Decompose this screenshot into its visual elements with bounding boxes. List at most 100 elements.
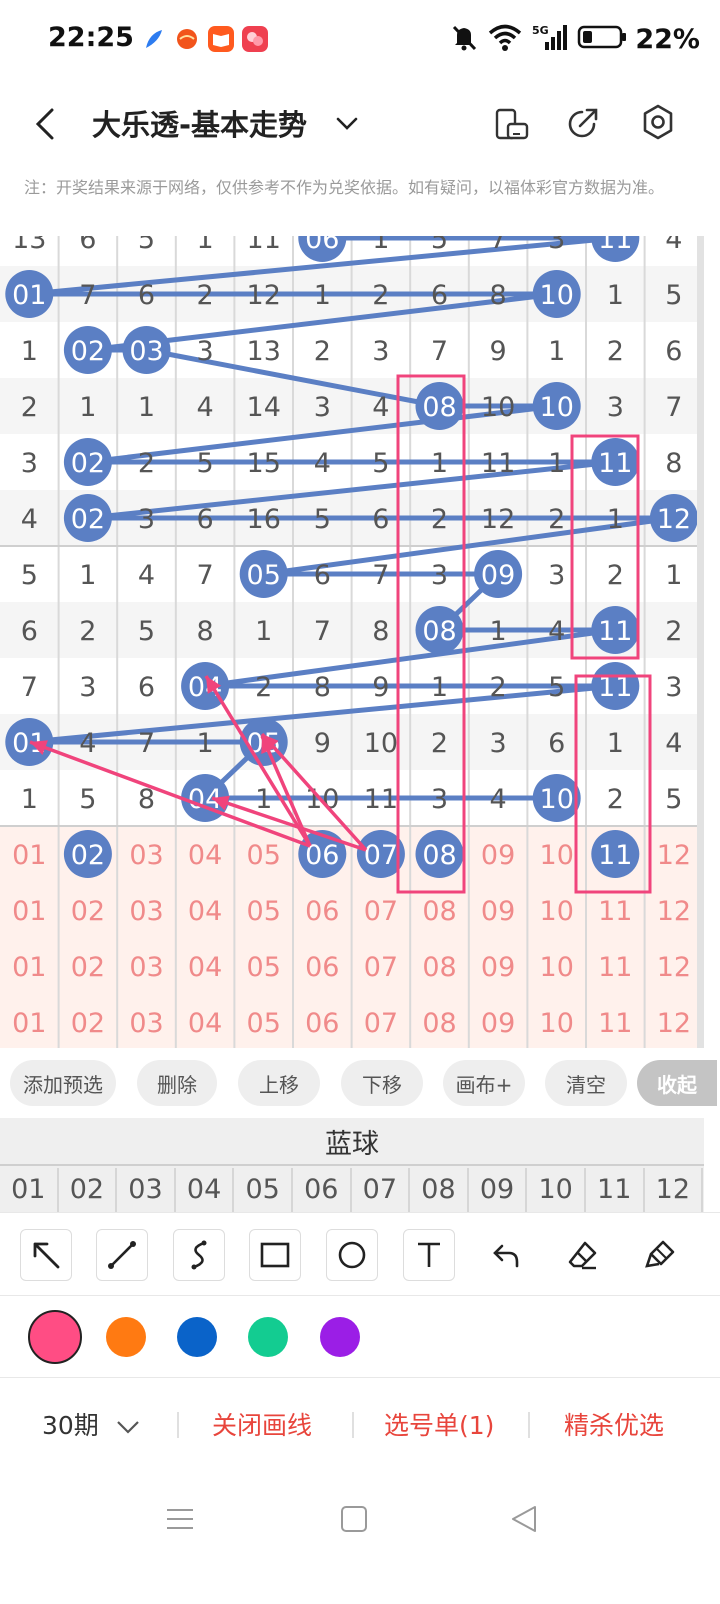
period-selector[interactable]: 30期: [42, 1406, 141, 1442]
blue-ball-number[interactable]: 09: [469, 1168, 528, 1212]
selection-number[interactable]: 12: [657, 896, 691, 927]
move-down-button[interactable]: 下移: [341, 1060, 423, 1106]
line-tool-button[interactable]: [96, 1229, 148, 1281]
curve-tool-button[interactable]: [173, 1229, 225, 1281]
settings-button[interactable]: [638, 102, 678, 142]
blue-ball-number[interactable]: 07: [352, 1168, 411, 1212]
selection-number[interactable]: 08: [422, 1008, 456, 1039]
back-button[interactable]: [28, 104, 64, 144]
selection-number[interactable]: 02: [71, 896, 105, 927]
blue-ball-number[interactable]: 11: [586, 1168, 645, 1212]
blue-ball-number[interactable]: 02: [59, 1168, 118, 1212]
selection-number[interactable]: 07: [364, 840, 398, 871]
selection-number[interactable]: 05: [247, 1008, 281, 1039]
miss-count: 2: [431, 728, 448, 759]
selection-number[interactable]: 03: [129, 952, 163, 983]
move-up-button[interactable]: 上移: [238, 1060, 320, 1106]
selection-number[interactable]: 03: [129, 896, 163, 927]
blue-ball-number[interactable]: 08: [410, 1168, 469, 1212]
selection-number[interactable]: 04: [188, 952, 222, 983]
selection-number[interactable]: 10: [540, 840, 574, 871]
selection-number[interactable]: 08: [422, 840, 456, 871]
color-swatch-purple[interactable]: [320, 1317, 360, 1357]
selection-number[interactable]: 09: [481, 896, 515, 927]
selection-number[interactable]: 09: [481, 1008, 515, 1039]
selection-number[interactable]: 07: [364, 1008, 398, 1039]
close-drawing-button[interactable]: 关闭画线: [212, 1406, 312, 1442]
undo-button[interactable]: [480, 1229, 532, 1281]
canvas-plus-button[interactable]: 画布+: [443, 1060, 525, 1106]
selection-number[interactable]: 11: [598, 1008, 632, 1039]
selection-number[interactable]: 08: [422, 952, 456, 983]
selection-number[interactable]: 03: [129, 1008, 163, 1039]
ticket-list-button[interactable]: 选号单(1): [384, 1406, 494, 1442]
selection-number[interactable]: 08: [422, 896, 456, 927]
collapse-button[interactable]: 收起: [637, 1060, 717, 1106]
miss-count: 1: [255, 616, 272, 647]
back-nav-button[interactable]: [508, 1502, 540, 1540]
selection-number[interactable]: 12: [657, 952, 691, 983]
selection-number[interactable]: 05: [247, 840, 281, 871]
selection-number[interactable]: 01: [12, 1008, 46, 1039]
selection-number[interactable]: 05: [247, 952, 281, 983]
selection-number[interactable]: 12: [657, 1008, 691, 1039]
share-button[interactable]: [564, 102, 604, 142]
rect-tool-button[interactable]: [249, 1229, 301, 1281]
selection-number[interactable]: 10: [540, 952, 574, 983]
color-swatch-green[interactable]: [248, 1317, 288, 1357]
selection-number[interactable]: 02: [71, 1008, 105, 1039]
selection-number[interactable]: 11: [598, 840, 632, 871]
selection-number[interactable]: 02: [71, 840, 105, 871]
delete-button[interactable]: 删除: [137, 1060, 217, 1106]
blue-ball-number[interactable]: 01: [0, 1168, 59, 1212]
trend-chart[interactable]: 13 6 5 1 11 1 5 7 3 4 7 6 2 12 1 2 6 8 1 5 1 3 13 2 3 7 9 1 2 6 2 1 1 4 14…: [0, 236, 704, 1048]
circle-tool-button[interactable]: [326, 1229, 378, 1281]
page-title[interactable]: 大乐透-基本走势: [92, 102, 307, 144]
text-tool-button[interactable]: [403, 1229, 455, 1281]
brush-button[interactable]: [634, 1229, 686, 1281]
add-preselect-button[interactable]: 添加预选: [10, 1060, 116, 1106]
selection-number[interactable]: 09: [481, 952, 515, 983]
title-dropdown-button[interactable]: [332, 108, 362, 138]
selection-number[interactable]: 06: [305, 1008, 339, 1039]
color-swatch-pink[interactable]: [28, 1310, 82, 1364]
selection-number[interactable]: 04: [188, 896, 222, 927]
home-nav-button[interactable]: [338, 1502, 370, 1540]
selection-number[interactable]: 12: [657, 840, 691, 871]
color-swatch-blue[interactable]: [177, 1317, 217, 1357]
selection-number[interactable]: 11: [598, 896, 632, 927]
action-toolbar: 添加预选 删除 上移 下移 画布+ 清空 收起: [0, 1052, 720, 1114]
selection-number[interactable]: 05: [247, 896, 281, 927]
blue-ball-number[interactable]: 10: [527, 1168, 586, 1212]
miss-count: 5: [665, 280, 682, 311]
selection-number[interactable]: 10: [540, 1008, 574, 1039]
selection-number[interactable]: 10: [540, 896, 574, 927]
blue-ball-number[interactable]: 05: [234, 1168, 293, 1212]
chart-scrollbar[interactable]: [697, 236, 704, 1048]
selection-number[interactable]: 03: [129, 840, 163, 871]
color-swatch-orange[interactable]: [106, 1317, 146, 1357]
blue-ball-number[interactable]: 03: [117, 1168, 176, 1212]
selection-number[interactable]: 07: [364, 952, 398, 983]
selection-number[interactable]: 06: [305, 952, 339, 983]
selection-number[interactable]: 04: [188, 840, 222, 871]
selection-number[interactable]: 02: [71, 952, 105, 983]
selection-number[interactable]: 09: [481, 840, 515, 871]
menu-nav-button[interactable]: [164, 1502, 196, 1540]
selection-number[interactable]: 04: [188, 1008, 222, 1039]
selection-number[interactable]: 11: [598, 952, 632, 983]
selection-number[interactable]: 01: [12, 896, 46, 927]
blue-ball-number[interactable]: 04: [176, 1168, 235, 1212]
selection-number[interactable]: 01: [12, 952, 46, 983]
clear-button[interactable]: 清空: [545, 1060, 627, 1106]
blue-ball-number[interactable]: 06: [293, 1168, 352, 1212]
blue-ball-number[interactable]: 12: [645, 1168, 704, 1212]
eraser-button[interactable]: [557, 1229, 609, 1281]
trend-chart-canvas[interactable]: 13 6 5 1 11 1 5 7 3 47 6 2 12 1 2 6 8 1 51 3 13 2 3 7 9 1 2 62 1 1 4 14…: [0, 236, 704, 1048]
selection-number[interactable]: 01: [12, 840, 46, 871]
rotate-screen-button[interactable]: [494, 104, 530, 144]
optimize-button[interactable]: 精杀优选: [564, 1406, 664, 1442]
arrow-tool-button[interactable]: [20, 1229, 72, 1281]
selection-number[interactable]: 07: [364, 896, 398, 927]
selection-number[interactable]: 06: [305, 896, 339, 927]
